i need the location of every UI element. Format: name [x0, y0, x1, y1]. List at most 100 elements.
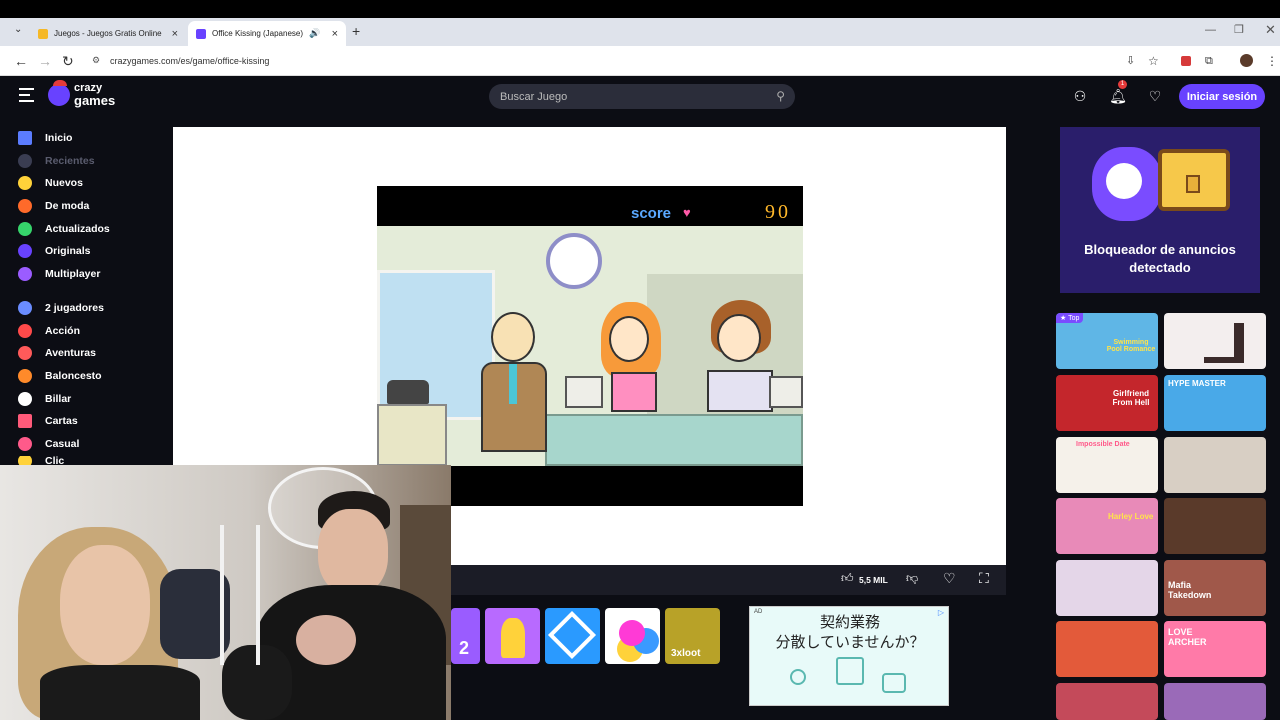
tab-juegos[interactable]: Juegos - Juegos Gratis Online ×	[30, 21, 186, 46]
favorite-heart-icon[interactable]: ♡	[943, 570, 956, 587]
game-thumbnail[interactable]	[1164, 683, 1266, 720]
fullscreen-icon[interactable]: ⛶	[979, 570, 989, 587]
thumbs-down-icon[interactable]: 👎︎	[906, 571, 918, 586]
advertisement-banner[interactable]: AD ▷ 契約業務 分散していませんか？	[749, 606, 949, 706]
search-input[interactable]: Buscar Juego ⚲	[489, 84, 795, 109]
tab-office-kissing[interactable]: Office Kissing (Japanese) 🔊 ×	[188, 21, 346, 46]
refresh-icon	[18, 222, 32, 236]
logo-mark-icon	[48, 84, 70, 106]
audio-playing-icon[interactable]: 🔊	[309, 28, 320, 39]
search-placeholder: Buscar Juego	[500, 90, 568, 103]
sidebar-item-label: Casual	[45, 438, 80, 450]
favorites-heart-icon[interactable]: ♡	[1146, 87, 1164, 105]
install-app-icon[interactable]: ⇩	[1126, 53, 1135, 69]
sidebar-item-billar[interactable]: Billar	[18, 389, 71, 409]
search-icon[interactable]: ⚲	[776, 89, 785, 103]
thumbnail-label: Impossible Date	[1076, 441, 1130, 448]
game-thumbnail[interactable]	[1056, 560, 1158, 616]
notifications-bell-icon[interactable]: 🔔︎	[1109, 87, 1127, 105]
man-character	[703, 300, 779, 412]
sidebar-item-nuevos[interactable]: Nuevos	[18, 173, 83, 193]
extensions-puzzle-icon[interactable]: ⧉	[1205, 53, 1213, 69]
new-tab-button[interactable]: +	[352, 23, 360, 39]
game-thumbnail[interactable]	[605, 608, 660, 664]
ad-headline: 契約業務	[819, 614, 880, 631]
fire-icon	[18, 199, 32, 213]
game-thumbnail-girlfriend-from-hell[interactable]: Girlfriend From Hell	[1056, 375, 1158, 431]
billiard-ball-icon	[18, 392, 32, 406]
game-thumbnail[interactable]: 3xloot	[665, 608, 720, 664]
window-top-bar	[0, 0, 1280, 18]
thumbnail-label: Swimming Pool Romance	[1106, 339, 1156, 353]
sidebar-item-aventuras[interactable]: Aventuras	[18, 343, 96, 363]
profile-avatar[interactable]	[1240, 54, 1253, 67]
game-thumbnail-impossible-date[interactable]: Impossible Date	[1056, 437, 1158, 493]
computer-monitor	[769, 376, 803, 408]
office-desk	[545, 414, 803, 466]
sidebar-item-recientes[interactable]: Recientes	[18, 151, 95, 171]
login-button[interactable]: Iniciar sesión	[1179, 84, 1265, 109]
sidebar-item-baloncesto[interactable]: Baloncesto	[18, 366, 102, 386]
notification-badge: 1	[1118, 80, 1127, 89]
phone-icon	[387, 380, 429, 404]
browser-menu-icon[interactable]: ⋮	[1266, 53, 1278, 69]
high-heel-icon	[1204, 323, 1244, 363]
back-arrow-icon[interactable]: ←	[14, 53, 28, 69]
game-thumbnail-mafia-takedown[interactable]: Mafia Takedown	[1164, 560, 1266, 616]
game-thumbnail[interactable]	[1164, 437, 1266, 493]
close-tab-icon[interactable]: ×	[172, 28, 178, 40]
paint-dots-icon	[619, 620, 645, 646]
game-thumbnail[interactable]: 2	[451, 608, 480, 664]
thumbs-up-icon[interactable]: 👍︎	[841, 571, 854, 586]
sidebar-item-accion[interactable]: Acción	[18, 321, 80, 341]
thumbnail-label: Harley Love	[1108, 512, 1154, 521]
game-thumbnail-swimming-pool-romance[interactable]: ★ Top Swimming Pool Romance	[1056, 313, 1158, 369]
ad-blocker-notice: Bloqueador de anuncios detectado	[1060, 127, 1260, 293]
url-input[interactable]: ⚙ crazygames.com/es/game/office-kissing	[84, 50, 1114, 72]
game-thumbnail[interactable]	[1164, 313, 1266, 369]
bookmark-star-icon[interactable]: ☆	[1148, 53, 1159, 69]
sidebar-item-multiplayer[interactable]: Multiplayer	[18, 264, 100, 284]
sparkle-icon	[18, 176, 32, 190]
game-thumbnail-harley-love[interactable]: Harley Love	[1056, 498, 1158, 554]
sidebar-item-label: Originals	[45, 245, 91, 257]
sidebar-item-inicio[interactable]: Inicio	[18, 128, 72, 148]
thumbnail-label: HYPE MASTER	[1168, 379, 1226, 388]
sidebar-item-actualizados[interactable]: Actualizados	[18, 219, 110, 239]
crazygames-logo[interactable]: crazy games	[48, 80, 120, 111]
sidebar-item-label: Baloncesto	[45, 370, 102, 382]
minimize-icon[interactable]: —	[1205, 24, 1216, 36]
game-thumbnail-love-archer[interactable]: LOVE ARCHER	[1164, 621, 1266, 677]
casual-icon	[18, 437, 32, 451]
hamburger-menu-icon[interactable]	[19, 88, 34, 102]
tab-list-chevron-icon[interactable]: ⌄	[14, 24, 22, 35]
forward-arrow-icon[interactable]: →	[38, 53, 52, 69]
reload-icon[interactable]: ↻	[62, 53, 74, 69]
game-thumbnail[interactable]	[545, 608, 600, 664]
game-thumbnail-hype-master[interactable]: HYPE MASTER	[1164, 375, 1266, 431]
sidebar-item-cartas[interactable]: Cartas	[18, 411, 78, 431]
logo-text-bottom: games	[74, 93, 116, 108]
close-window-icon[interactable]: ✕	[1265, 22, 1276, 38]
game-thumbnail[interactable]	[1164, 498, 1266, 554]
clock-icon	[18, 154, 32, 168]
like-count: 5,5 MIL	[859, 575, 888, 585]
game-canvas[interactable]: score ♥ 90	[377, 186, 803, 506]
restore-icon[interactable]: ❐	[1234, 23, 1244, 36]
game-thumbnail[interactable]	[1056, 621, 1158, 677]
game-thumbnail[interactable]	[1056, 683, 1158, 720]
game-thumbnail[interactable]	[485, 608, 540, 664]
sidebar-item-2-jugadores[interactable]: 2 jugadores	[18, 298, 104, 318]
site-info-icon[interactable]: ⚙	[92, 55, 100, 66]
sidebar-item-de-moda[interactable]: De moda	[18, 196, 89, 216]
sidebar-item-casual[interactable]: Casual	[18, 434, 79, 454]
logo-santa-hat-icon	[53, 80, 67, 86]
close-tab-icon[interactable]: ×	[332, 28, 338, 40]
person-right-face	[318, 509, 388, 595]
extension-red-icon[interactable]	[1181, 56, 1191, 66]
sidebar-item-label: Actualizados	[45, 223, 110, 235]
ad-blocker-message: Bloqueador de anuncios detectado	[1060, 241, 1260, 277]
sidebar-item-originals[interactable]: Originals	[18, 241, 91, 261]
thumbnail-label: LOVE ARCHER	[1168, 627, 1207, 647]
friends-icon[interactable]: ⚇	[1071, 87, 1089, 105]
